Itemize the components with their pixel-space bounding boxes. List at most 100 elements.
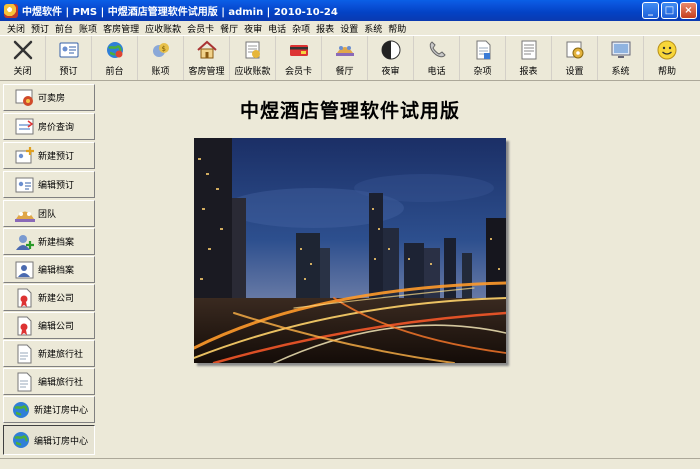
- sidebar-item-rate-query[interactable]: 房价查询: [3, 113, 95, 140]
- sidebar-item-edit-travel-agency[interactable]: 编辑旅行社: [3, 368, 95, 395]
- menu-housekeeping[interactable]: 客房管理: [100, 22, 142, 35]
- maximize-button[interactable]: □: [661, 2, 678, 19]
- close-x-icon: [12, 39, 34, 61]
- menu-settings[interactable]: 设置: [337, 22, 361, 35]
- toolbar-help-button[interactable]: 帮助: [644, 36, 690, 80]
- menu-system[interactable]: 系统: [361, 22, 385, 35]
- toolbar-housekeeping-label: 客房管理: [188, 67, 225, 77]
- toolbar-front-desk-label: 前台: [105, 67, 124, 77]
- accounts-icon: $: [150, 39, 172, 61]
- menu-accounts[interactable]: 账项: [76, 22, 100, 35]
- toolbar-receivables-button[interactable]: 应收账款: [230, 36, 276, 80]
- sidebar-item-new-company[interactable]: 新建公司: [3, 284, 95, 311]
- sidebar-item-label: 编辑档案: [38, 266, 75, 276]
- rate-query-icon: [14, 116, 36, 138]
- minimize-button[interactable]: _: [642, 2, 659, 19]
- window-controls: _ □ ×: [642, 2, 697, 19]
- edit-profile-icon: [14, 259, 36, 281]
- toolbar-front-desk-button[interactable]: 前台: [92, 36, 138, 80]
- new-profile-icon: [14, 231, 36, 253]
- sidebar-item-label: 新建旅行社: [38, 350, 84, 360]
- sidebar-item-label: 新建公司: [38, 294, 75, 304]
- toolbar: 关闭 预订 前台 $ 账项 客房管理 应收账款 会员卡 餐厅 夜审 电话 杂项 …: [0, 35, 700, 81]
- sidebar-item-group[interactable]: 团队: [3, 200, 95, 227]
- toolbar-misc-label: 杂项: [473, 67, 492, 77]
- toolbar-receivables-label: 应收账款: [234, 67, 271, 77]
- sidebar-item-new-profile[interactable]: 新建档案: [3, 228, 95, 255]
- settings-icon: [564, 39, 586, 61]
- title-bar: 中煜软件 | PMS | 中煜酒店管理软件试用版 | admin | 2010-…: [0, 0, 700, 21]
- toolbar-phone-label: 电话: [427, 67, 446, 77]
- toolbar-reports-button[interactable]: 报表: [506, 36, 552, 80]
- sidebar-item-label: 编辑订房中心: [34, 436, 89, 447]
- sidebar-item-label: 新建订房中心: [34, 406, 89, 416]
- menu-bar: 关闭 预订 前台 账项 客房管理 应收账款 会员卡 餐厅 夜审 电话 杂项 报表…: [0, 21, 700, 35]
- toolbar-system-label: 系统: [611, 67, 630, 77]
- sidebar-item-label: 新建预订: [38, 152, 75, 162]
- toolbar-reservation-button[interactable]: 预订: [46, 36, 92, 80]
- toolbar-settings-label: 设置: [565, 67, 584, 77]
- menu-phone[interactable]: 电话: [265, 22, 289, 35]
- sidebar-item-new-booking-center[interactable]: 新建订房中心: [3, 396, 95, 423]
- toolbar-close-label: 关闭: [13, 67, 32, 77]
- member-card-icon: [288, 39, 310, 61]
- sidebar-item-available-rooms[interactable]: 可卖房: [3, 84, 95, 111]
- toolbar-system-button[interactable]: 系统: [598, 36, 644, 80]
- sidebar-item-label: 团队: [38, 210, 57, 220]
- toolbar-restaurant-button[interactable]: 餐厅: [322, 36, 368, 80]
- reservation-card-icon: [58, 39, 80, 61]
- menu-night-audit[interactable]: 夜审: [241, 22, 265, 35]
- edit-booking-center-icon: [10, 429, 32, 451]
- close-button[interactable]: ×: [680, 2, 697, 19]
- window-title: 中煜软件 | PMS | 中煜酒店管理软件试用版 | admin | 2010-…: [22, 7, 338, 18]
- group-icon: [14, 203, 36, 225]
- toolbar-misc-button[interactable]: 杂项: [460, 36, 506, 80]
- new-company-icon: [14, 287, 36, 309]
- menu-member-card[interactable]: 会员卡: [184, 22, 217, 35]
- sidebar-item-edit-company[interactable]: 编辑公司: [3, 312, 95, 339]
- toolbar-night-audit-label: 夜审: [381, 67, 400, 77]
- toolbar-member-card-button[interactable]: 会员卡: [276, 36, 322, 80]
- edit-travel-agency-icon: [14, 371, 36, 393]
- toolbar-close-button[interactable]: 关闭: [0, 36, 46, 80]
- menu-restaurant[interactable]: 餐厅: [217, 22, 241, 35]
- misc-document-icon: [472, 39, 494, 61]
- sidebar-item-edit-profile[interactable]: 编辑档案: [3, 256, 95, 283]
- toolbar-accounts-button[interactable]: $ 账项: [138, 36, 184, 80]
- sidebar-item-label: 新建档案: [38, 238, 75, 248]
- sidebar-item-edit-booking-center[interactable]: 编辑订房中心: [3, 425, 95, 455]
- status-bar: [0, 458, 700, 469]
- front-desk-globe-icon: [104, 39, 126, 61]
- app-logo-icon: [4, 3, 18, 18]
- sidebar-item-new-reservation[interactable]: 新建预订: [3, 142, 95, 169]
- sidebar-item-edit-reservation[interactable]: 编辑预订: [3, 171, 95, 198]
- toolbar-accounts-label: 账项: [151, 67, 170, 77]
- sidebar-item-new-travel-agency[interactable]: 新建旅行社: [3, 340, 95, 367]
- toolbar-phone-button[interactable]: 电话: [414, 36, 460, 80]
- toolbar-member-card-label: 会员卡: [284, 67, 312, 77]
- menu-misc[interactable]: 杂项: [289, 22, 313, 35]
- menu-front-desk[interactable]: 前台: [52, 22, 76, 35]
- sidebar-item-label: 编辑预订: [38, 181, 75, 191]
- toolbar-housekeeping-button[interactable]: 客房管理: [184, 36, 230, 80]
- menu-reservation[interactable]: 预订: [28, 22, 52, 35]
- system-monitor-icon: [610, 39, 632, 61]
- toolbar-restaurant-label: 餐厅: [335, 67, 354, 77]
- page-title: 中煜酒店管理软件试用版: [239, 100, 460, 122]
- city-night-photo: [194, 138, 506, 363]
- house-icon: [196, 39, 218, 61]
- toolbar-help-label: 帮助: [657, 67, 676, 77]
- toolbar-reservation-label: 预订: [59, 67, 78, 77]
- new-travel-agency-icon: [14, 343, 36, 365]
- sidebar-item-label: 房价查询: [38, 123, 75, 133]
- menu-close[interactable]: 关闭: [4, 22, 28, 35]
- sidebar-item-label: 编辑公司: [38, 322, 75, 332]
- receivables-icon: [242, 39, 264, 61]
- menu-receivables[interactable]: 应收账款: [142, 22, 184, 35]
- toolbar-night-audit-button[interactable]: 夜审: [368, 36, 414, 80]
- menu-help[interactable]: 帮助: [385, 22, 409, 35]
- new-reservation-icon: [14, 145, 36, 167]
- menu-reports[interactable]: 报表: [313, 22, 337, 35]
- available-room-icon: [14, 87, 36, 109]
- toolbar-settings-button[interactable]: 设置: [552, 36, 598, 80]
